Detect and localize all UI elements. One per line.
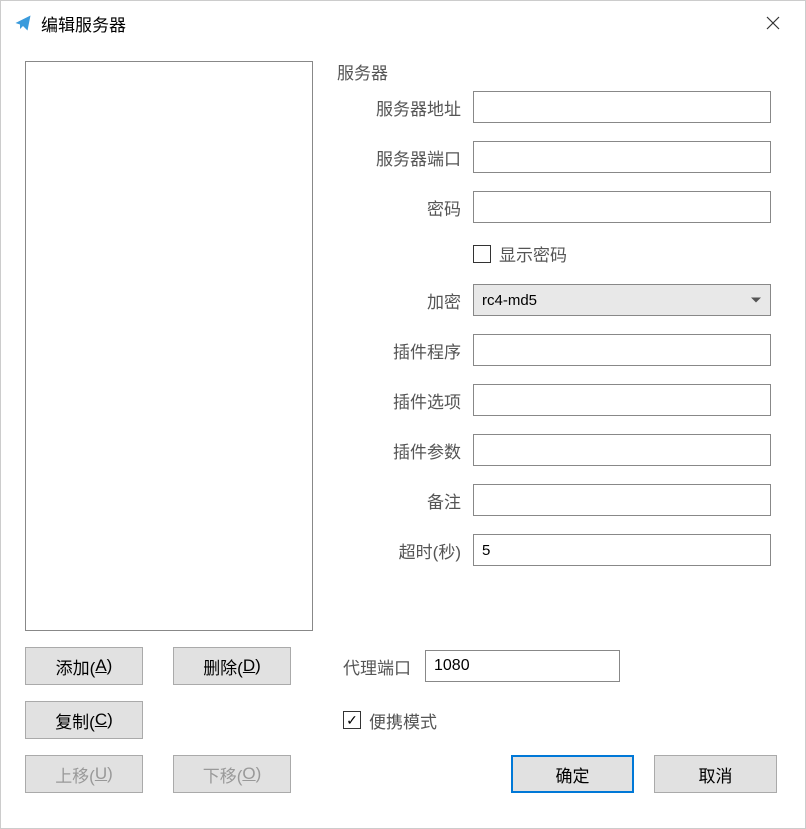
server-port-input[interactable] [473,141,771,173]
show-password-checkbox[interactable] [473,245,491,263]
password-label: 密码 [343,195,473,220]
content-area: 服务器 服务器地址 服务器端口 密码 显示密码 [1,45,805,631]
server-port-label: 服务器端口 [343,145,473,170]
close-button[interactable] [753,3,793,43]
cancel-button[interactable]: 取消 [654,755,777,793]
proxy-port-input[interactable] [425,650,620,682]
server-address-input[interactable] [473,91,771,123]
portable-mode-label: 便携模式 [369,708,437,733]
left-column [25,61,313,631]
ok-button[interactable]: 确定 [511,755,634,793]
window-title: 编辑服务器 [41,11,753,36]
delete-button[interactable]: 删除(D) [173,647,291,685]
remark-input[interactable] [473,484,771,516]
server-address-label: 服务器地址 [343,95,473,120]
bottom-area: 添加(A) 删除(D) 代理端口 复制(C) ✓ 便携模式 [1,631,805,793]
movedown-button: 下移(O) [173,755,291,793]
password-input[interactable] [473,191,771,223]
portable-mode-checkbox[interactable]: ✓ [343,711,361,729]
encryption-select[interactable]: rc4-md5 [473,284,771,316]
timeout-input[interactable] [473,534,771,566]
close-icon [766,16,780,30]
plugin-program-label: 插件程序 [343,338,473,363]
show-password-label: 显示密码 [499,241,567,266]
titlebar: 编辑服务器 [1,1,805,45]
plugin-program-input[interactable] [473,334,771,366]
plugin-options-label: 插件选项 [343,388,473,413]
server-listbox[interactable] [25,61,313,631]
right-column: 服务器 服务器地址 服务器端口 密码 显示密码 [333,61,781,631]
encryption-label: 加密 [343,288,473,313]
copy-button[interactable]: 复制(C) [25,701,143,739]
add-button[interactable]: 添加(A) [25,647,143,685]
fieldset-legend: 服务器 [333,59,392,84]
timeout-label: 超时(秒) [343,538,473,563]
remark-label: 备注 [343,488,473,513]
server-fieldset: 服务器 服务器地址 服务器端口 密码 显示密码 [333,61,781,594]
plugin-args-label: 插件参数 [343,438,473,463]
edit-server-window: 编辑服务器 服务器 服务器地址 服务器端口 密码 [0,0,806,829]
proxy-port-label: 代理端口 [343,654,411,679]
app-icon [13,13,33,33]
plugin-options-input[interactable] [473,384,771,416]
moveup-button: 上移(U) [25,755,143,793]
plugin-args-input[interactable] [473,434,771,466]
